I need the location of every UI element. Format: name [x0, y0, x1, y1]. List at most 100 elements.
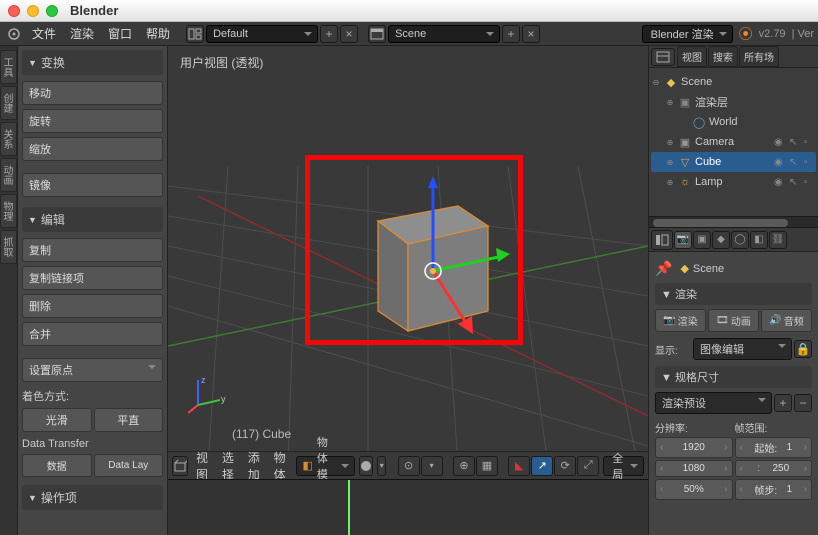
add-layout-button[interactable]: +: [320, 25, 338, 43]
ptab-renderlayers-icon[interactable]: ▣: [693, 231, 711, 249]
render-panel[interactable]: ▼ 渲染: [655, 283, 812, 305]
vp-menu-select[interactable]: 选择: [218, 449, 240, 483]
delete-scene-button[interactable]: ×: [522, 25, 540, 43]
panel-transform[interactable]: ▼变换: [22, 50, 163, 75]
layers-icon[interactable]: ▦: [476, 456, 498, 476]
panel-operators[interactable]: ▼操作项: [22, 485, 163, 510]
chevron-right-icon[interactable]: ›: [802, 484, 809, 495]
tooltab-tools[interactable]: 工具: [0, 50, 17, 84]
tree-cube-row[interactable]: ⊕ ▽ Cube ◉↖▫: [651, 152, 816, 172]
data-button[interactable]: 数据: [22, 454, 92, 477]
3d-viewport[interactable]: 用户视图 (透视) z y (117) Cube: [168, 46, 648, 451]
frame-end-field[interactable]: ‹: 250›: [735, 460, 813, 477]
eye-icon[interactable]: ◉: [774, 177, 786, 188]
tooltab-physics[interactable]: 物理: [0, 194, 17, 228]
ptab-render-icon[interactable]: 📷: [674, 231, 692, 249]
eye-icon[interactable]: ◉: [774, 157, 786, 168]
plus-icon[interactable]: ⊕: [665, 178, 675, 187]
ptab-scene-icon[interactable]: ◆: [712, 231, 730, 249]
render-icon[interactable]: ▫: [804, 177, 816, 188]
editor-type-3dview-icon[interactable]: [172, 456, 188, 476]
dimensions-panel[interactable]: ▼ 规格尺寸: [655, 366, 812, 388]
datalay-button[interactable]: Data Lay: [94, 454, 164, 477]
chevron-left-icon[interactable]: ‹: [738, 442, 745, 453]
tooltab-create[interactable]: 创建: [0, 86, 17, 120]
display-lock-icon[interactable]: 🔒: [794, 340, 812, 358]
scene-icon[interactable]: [368, 25, 386, 43]
render-icon[interactable]: ▫: [804, 137, 816, 148]
scene-dropdown[interactable]: Scene: [388, 25, 500, 43]
zoom-window-icon[interactable]: [46, 5, 58, 17]
chevron-right-icon[interactable]: ›: [722, 484, 729, 495]
render-audio-button[interactable]: 🔊音频: [761, 309, 812, 332]
tree-scene-row[interactable]: ⊖ ◆ Scene: [651, 72, 816, 92]
add-scene-button[interactable]: +: [502, 25, 520, 43]
orientation-dropdown[interactable]: 全局: [603, 456, 644, 476]
pin-icon[interactable]: 📌: [655, 260, 672, 277]
delete-button[interactable]: 删除: [22, 294, 163, 318]
set-origin-button[interactable]: 设置原点: [22, 358, 163, 382]
menu-window[interactable]: 窗口: [102, 25, 138, 42]
outliner-all-tab[interactable]: 所有场: [739, 46, 779, 67]
render-icon[interactable]: ▫: [804, 157, 816, 168]
shade-smooth-button[interactable]: 光滑: [22, 408, 92, 432]
scale-button[interactable]: 缩放: [22, 137, 163, 161]
duplicate-button[interactable]: 复制: [22, 238, 163, 262]
layout-icon[interactable]: [186, 25, 204, 43]
cursor-icon[interactable]: ↖: [789, 137, 801, 148]
properties-editor-icon[interactable]: [651, 230, 673, 250]
vp-menu-add[interactable]: 添加: [244, 449, 266, 483]
pivot-dropdown-icon[interactable]: ▾: [421, 456, 443, 476]
render-image-button[interactable]: 📷渲染: [655, 309, 706, 332]
frame-step-field[interactable]: ‹帧步:1›: [735, 479, 813, 500]
render-preset-dropdown[interactable]: 渲染预设: [655, 392, 772, 414]
tooltab-relations[interactable]: 关系: [0, 122, 17, 156]
cursor-icon[interactable]: ⊕: [453, 456, 475, 476]
ptab-constraint-icon[interactable]: ⛓: [769, 231, 787, 249]
tree-lamp-row[interactable]: ⊕ ☼ Lamp ◉↖▫: [651, 172, 816, 192]
render-engine-dropdown[interactable]: Blender 渲染: [642, 25, 733, 43]
cursor-icon[interactable]: ↖: [789, 157, 801, 168]
add-preset-button[interactable]: +: [774, 394, 792, 412]
res-x-field[interactable]: ‹1920›: [655, 437, 733, 458]
chevron-left-icon[interactable]: ‹: [738, 484, 745, 495]
menu-help[interactable]: 帮助: [140, 25, 176, 42]
close-window-icon[interactable]: [8, 5, 20, 17]
manipulator-icon[interactable]: ◣: [508, 456, 530, 476]
shade-flat-button[interactable]: 平直: [94, 408, 164, 432]
plus-icon[interactable]: ⊕: [665, 138, 675, 147]
move-button[interactable]: 移动: [22, 81, 163, 105]
cursor-icon[interactable]: ↖: [789, 177, 801, 188]
display-dropdown[interactable]: 图像编辑: [693, 338, 792, 360]
chevron-right-icon[interactable]: ›: [722, 442, 729, 453]
rotate-button[interactable]: 旋转: [22, 109, 163, 133]
eye-icon[interactable]: ◉: [774, 137, 786, 148]
vp-menu-object[interactable]: 物体: [270, 449, 292, 483]
shading-dropdown-icon[interactable]: ▾: [377, 456, 386, 476]
frame-start-field[interactable]: ‹起始:1›: [735, 437, 813, 458]
manipulator-translate-icon[interactable]: ↗: [531, 456, 553, 476]
outliner-view-tab[interactable]: 视图: [677, 46, 707, 67]
pivot-icon[interactable]: ⊙: [398, 456, 420, 476]
minimize-window-icon[interactable]: [27, 5, 39, 17]
manipulator-scale-icon[interactable]: ⤢: [577, 456, 599, 476]
panel-edit[interactable]: ▼编辑: [22, 207, 163, 232]
mirror-button[interactable]: 镜像: [22, 173, 163, 197]
outliner-hscroll[interactable]: [649, 216, 818, 228]
res-y-field[interactable]: ‹1080›: [655, 460, 733, 477]
playhead[interactable]: [348, 480, 350, 535]
editor-type-icon[interactable]: [4, 25, 24, 43]
join-button[interactable]: 合并: [22, 322, 163, 346]
chevron-left-icon[interactable]: ‹: [658, 463, 665, 474]
tooltab-animation[interactable]: 动画: [0, 158, 17, 192]
remove-preset-button[interactable]: −: [794, 394, 812, 412]
timeline-editor[interactable]: [168, 479, 648, 535]
chevron-right-icon[interactable]: ›: [802, 442, 809, 453]
ptab-object-icon[interactable]: ◧: [750, 231, 768, 249]
chevron-right-icon[interactable]: ›: [802, 463, 809, 474]
outliner-search-tab[interactable]: 搜索: [708, 46, 738, 67]
delete-layout-button[interactable]: ×: [340, 25, 358, 43]
tree-camera-row[interactable]: ⊕ ▣ Camera ◉↖▫: [651, 132, 816, 152]
minus-icon[interactable]: ⊖: [651, 78, 661, 87]
res-pct-field[interactable]: ‹50%›: [655, 479, 733, 500]
